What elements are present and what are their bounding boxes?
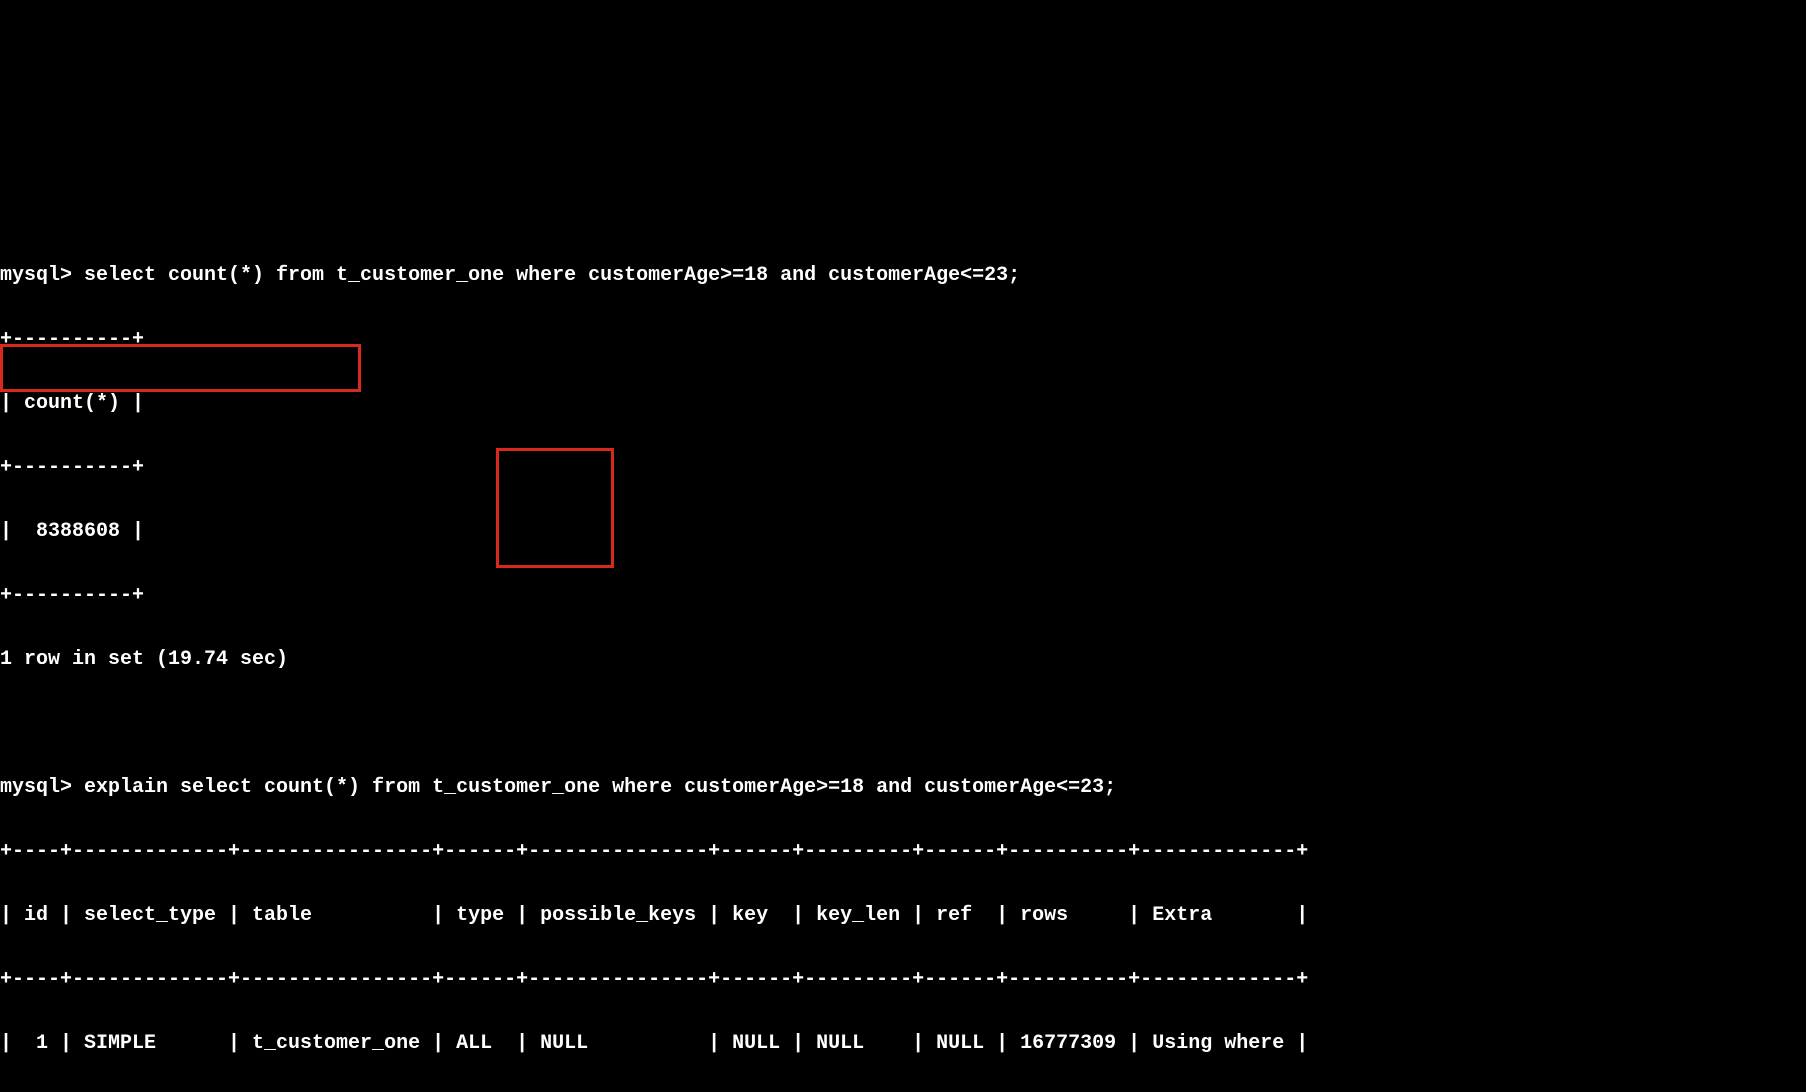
table2-row: | 1 | SIMPLE | t_customer_one | ALL | NU… [0,1028,1806,1060]
table2-border-top: +----+-------------+----------------+---… [0,836,1806,868]
table2-border-mid: +----+-------------+----------------+---… [0,964,1806,996]
blank-line [0,708,1806,740]
table1-border-top: +----------+ [0,324,1806,356]
table1-border-mid: +----------+ [0,452,1806,484]
table1-border-bot: +----------+ [0,580,1806,612]
table2-header: | id | select_type | table | type | poss… [0,900,1806,932]
table1-header: | count(*) | [0,388,1806,420]
sql-query-1: mysql> select count(*) from t_customer_o… [0,260,1806,292]
table1-row: | 8388608 | [0,516,1806,548]
sql-query-2: mysql> explain select count(*) from t_cu… [0,772,1806,804]
terminal[interactable]: mysql> select count(*) from t_customer_o… [0,160,1806,1092]
summary-1: 1 row in set (19.74 sec) [0,644,1806,676]
blank-line [0,196,1806,228]
